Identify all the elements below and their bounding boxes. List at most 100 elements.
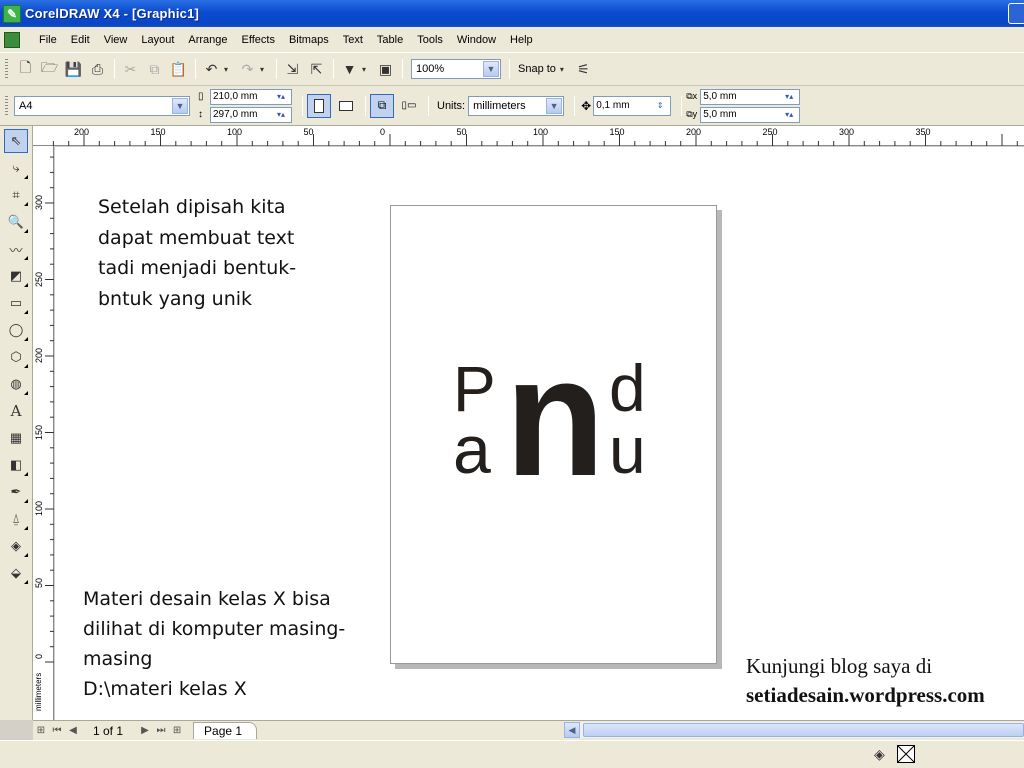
interactive-fill-tool-icon[interactable]: ⬙ <box>4 561 28 585</box>
pick-tool-icon[interactable]: ⇖ <box>4 129 28 153</box>
vertical-ruler[interactable]: 300 250 200 150 100 50 0 millimeters <box>33 146 54 720</box>
zoom-level-combo[interactable]: 100% ▼ <box>411 59 501 79</box>
outline-tool-icon[interactable]: ⍙ <box>4 507 28 531</box>
portrait-button[interactable] <box>307 93 331 118</box>
crop-tool-icon[interactable]: ⌗ <box>4 183 28 207</box>
horizontal-scrollbar[interactable]: ◀ <box>564 722 1024 738</box>
last-page-icon[interactable]: ⏭ <box>153 725 169 736</box>
page-tab[interactable]: Page 1 <box>193 722 258 739</box>
drawing-canvas[interactable]: Setelah dipisah kita dapat membuat text … <box>55 147 1024 720</box>
menu-file[interactable]: File <box>32 34 64 46</box>
scroll-left-icon[interactable]: ◀ <box>564 722 580 738</box>
horizontal-ruler[interactable]: 200 150 100 50 0 50 100 150 200 250 300 350 <box>33 126 1024 146</box>
document-icon[interactable] <box>4 31 20 48</box>
add-page-before-icon[interactable]: ⊞ <box>33 725 49 736</box>
menu-help[interactable]: Help <box>503 34 540 46</box>
cut-icon[interactable]: ✂ <box>119 58 142 80</box>
spinner-icon[interactable]: ▾▴ <box>270 89 292 105</box>
text-tool-icon[interactable]: A <box>4 399 28 423</box>
redo-dropdown-icon[interactable]: ▾ <box>260 65 268 74</box>
landscape-button[interactable] <box>334 94 358 118</box>
add-page-after-icon[interactable]: ⊞ <box>169 725 185 736</box>
paste-icon[interactable]: 📋 <box>167 58 190 80</box>
interactive-blend-tool-icon[interactable]: ◧ <box>4 453 28 477</box>
menu-window[interactable]: Window <box>450 34 503 46</box>
export-icon[interactable]: ⇱ <box>305 58 328 80</box>
rectangle-tool-icon[interactable]: ▭ <box>4 291 28 315</box>
options-icon[interactable]: ⚟ <box>572 58 595 80</box>
duplicate-x-field[interactable]: 5,0 mm ▾▴ <box>700 88 801 105</box>
print-icon[interactable]: ⎙ <box>86 58 109 80</box>
no-fill-swatch[interactable] <box>897 745 915 763</box>
new-document-icon[interactable]: 🗋 <box>14 58 37 80</box>
page-a4[interactable]: P a n d u <box>390 205 717 664</box>
chevron-down-icon[interactable]: ▼ <box>483 61 499 77</box>
import-icon[interactable]: ⇲ <box>281 58 304 80</box>
all-pages-icon: ⧉ <box>377 98 387 112</box>
ellipse-tool-icon[interactable]: ◯ <box>4 318 28 342</box>
menu-text[interactable]: Text <box>336 34 370 46</box>
units-combo[interactable]: millimeters ▼ <box>468 95 565 116</box>
fill-tool-icon[interactable]: ◈ <box>4 534 28 558</box>
pandu-logo[interactable]: P a n d u <box>453 341 663 491</box>
ruler-label: 100 <box>227 127 243 137</box>
scrollbar-thumb[interactable] <box>583 723 1024 737</box>
menu-tools[interactable]: Tools <box>410 34 450 46</box>
blog-line: Kunjungi blog saya di <box>746 654 933 678</box>
paper-height-field[interactable]: 297,0 mm ▾▴ <box>210 106 292 123</box>
note-top-text[interactable]: Setelah dipisah kita dapat membuat text … <box>98 192 348 314</box>
first-page-icon[interactable]: ⏮ <box>49 725 65 736</box>
menu-layout[interactable]: Layout <box>134 34 181 46</box>
note-bottom-text[interactable]: Materi desain kelas X bisa dilihat di ko… <box>83 584 393 704</box>
undo-dropdown-icon[interactable]: ▾ <box>224 65 232 74</box>
duplicate-y-field[interactable]: 5,0 mm ▾▴ <box>700 106 801 123</box>
spinner-icon[interactable]: ▾▴ <box>270 107 292 123</box>
eyedropper-tool-icon[interactable]: ✒ <box>4 480 28 504</box>
paper-type-combo[interactable]: A4 ▼ <box>14 95 190 116</box>
toolbar-separator <box>302 95 303 116</box>
blog-promo-text: Kunjungi blog saya di setiadesain.wordpr… <box>746 652 1024 710</box>
zoom-tool-icon[interactable]: 🔍 <box>4 210 28 234</box>
toolbar-grip[interactable] <box>5 58 8 80</box>
snap-to-dropdown-icon[interactable]: ▾ <box>560 65 568 74</box>
spinner-icon[interactable]: ▾▴ <box>778 89 800 105</box>
undo-icon[interactable]: ↶ <box>200 58 223 80</box>
chevron-down-icon[interactable]: ▼ <box>172 97 188 114</box>
note-top-line: Setelah dipisah kita <box>98 196 286 218</box>
redo-icon[interactable]: ↷ <box>236 58 259 80</box>
current-page-button[interactable]: ▯▭ <box>397 94 421 118</box>
menu-bitmaps[interactable]: Bitmaps <box>282 34 336 46</box>
open-folder-icon[interactable]: 🗁 <box>38 58 61 80</box>
spinner-icon[interactable]: ▾▴ <box>778 107 800 123</box>
welcome-screen-icon[interactable]: ▣ <box>374 58 397 80</box>
copy-icon[interactable]: ⧉ <box>143 58 166 80</box>
smart-fill-tool-icon[interactable]: ◩ <box>4 264 28 288</box>
polygon-tool-icon[interactable]: ⬡ <box>4 345 28 369</box>
menu-effects[interactable]: Effects <box>235 34 282 46</box>
toolbar-grip[interactable] <box>5 94 8 117</box>
shape-tool-icon[interactable]: ⤷ <box>4 156 28 180</box>
chevron-down-icon[interactable]: ▼ <box>546 97 563 114</box>
launcher-dropdown-icon[interactable]: ▾ <box>362 65 370 74</box>
nudge-distance-field[interactable]: 0,1 mm ⇕ <box>593 95 672 116</box>
basic-shapes-tool-icon[interactable]: ◍ <box>4 372 28 396</box>
save-icon[interactable]: 💾 <box>62 58 85 80</box>
fill-bucket-icon[interactable]: ◈ <box>874 746 885 763</box>
menu-edit[interactable]: Edit <box>64 34 97 46</box>
all-pages-button[interactable]: ⧉ <box>370 93 394 118</box>
application-launcher-icon[interactable]: ▼ <box>338 58 361 80</box>
previous-page-icon[interactable]: ◀ <box>65 725 81 736</box>
next-page-icon[interactable]: ▶ <box>137 725 153 736</box>
menu-view[interactable]: View <box>97 34 135 46</box>
menu-table[interactable]: Table <box>370 34 410 46</box>
spinner-icon[interactable]: ⇕ <box>649 96 671 116</box>
freehand-tool-icon[interactable]: 〰 <box>4 237 28 261</box>
paper-width-field[interactable]: 210,0 mm ▾▴ <box>210 88 292 105</box>
menu-arrange[interactable]: Arrange <box>181 34 234 46</box>
window-control-button[interactable] <box>1008 3 1024 24</box>
ruler-label: 50 <box>456 127 467 137</box>
toolbox: ⇖ ⤷ ⌗ 🔍 〰 ◩ ▭ ◯ ⬡ ◍ A ▦ ◧ ✒ ⍙ ◈ ⬙ <box>0 126 33 720</box>
coreldraw-app-icon[interactable]: ✎ <box>3 4 21 23</box>
table-tool-icon[interactable]: ▦ <box>4 426 28 450</box>
snap-to-button[interactable]: Snap to <box>518 63 556 75</box>
